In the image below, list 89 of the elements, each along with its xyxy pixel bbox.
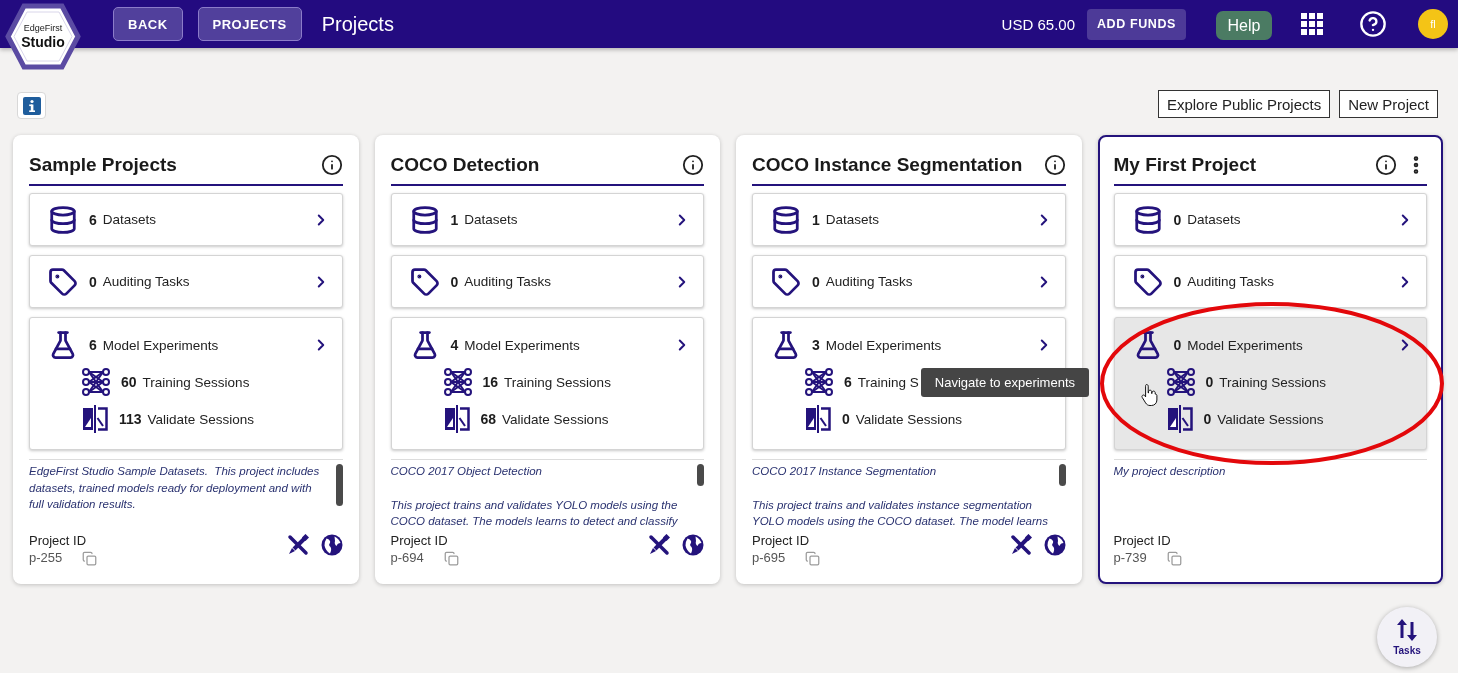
project-description: COCO 2017 Object Detection [390,464,543,479]
training-sessions-text: 16 Training Sessions [482,374,611,390]
project-description: COCO 2017 Instance Segmentation [752,464,938,479]
logo-brand-text: EdgeFirst [23,23,63,34]
copy-icon[interactable] [82,550,98,566]
info-icon [22,96,41,115]
tag-icon [1132,266,1163,297]
up-down-arrows-icon [1396,618,1418,642]
copy-icon[interactable] [443,550,459,566]
tag-icon [48,266,78,297]
experiments-link[interactable]: 4 Model Experiments 16 Training Sessions 68 Validate Sessions [390,317,704,450]
copy-icon[interactable] [1166,550,1182,566]
card-title: Sample Projects [29,153,177,177]
crossed-tools-icon [648,534,670,556]
project-id-text: p-255 [29,549,63,567]
database-icon [1132,204,1163,235]
card-title: COCO Instance Segmentation [752,153,1023,177]
database-icon [409,204,440,235]
tasks-button[interactable]: Tasks [1377,607,1437,667]
split-book-icon [443,404,470,434]
validate-sessions-text: 0 Validate Sessions [842,411,963,427]
auditing-tasks-link[interactable]: 0 Auditing Tasks [390,255,704,308]
project-id-label: Project ID [752,533,811,549]
project-id-label: Project ID [29,533,88,549]
network-icon [805,368,833,396]
project-id-label: Project ID [390,533,449,549]
split-book-icon [805,404,831,434]
project-id-text: p-739 [1113,549,1147,567]
hexagon-logo-icon [5,3,81,70]
datasets-link[interactable]: 1 Datasets [390,193,704,246]
scrollbar[interactable] [1058,464,1066,486]
crossed-tools-icon [286,534,309,556]
datasets-link[interactable]: 1 Datasets [752,193,1066,246]
validate-sessions-text: 113 Validate Sessions [119,411,254,427]
datasets-link[interactable]: 0 Datasets [1113,193,1427,246]
training-sessions-text: 0 Training Sessions [1205,374,1327,390]
tooltip: Navigate to experiments [920,368,1089,397]
project-id-text: p-694 [390,549,424,567]
add-funds-button[interactable]: ADD FUNDS [1087,8,1186,40]
info-icon[interactable] [1043,154,1066,176]
globe-icon [320,534,343,556]
project-description: My project description [1113,464,1227,479]
back-button[interactable]: BACK [113,7,183,41]
info-icon[interactable] [682,154,704,176]
globe-icon [1043,534,1066,556]
tag-icon [771,266,801,297]
network-icon [443,368,472,396]
datasets-link[interactable]: 6 Datasets [29,193,343,246]
info-button[interactable] [17,92,46,119]
auditing-tasks-link[interactable]: 0 Auditing Tasks [752,255,1066,308]
scrollbar[interactable] [697,464,704,486]
balance-text: USD 65.00 [1001,15,1075,33]
explore-public-projects-button[interactable]: Explore Public Projects [1157,90,1331,118]
experiments-link[interactable]: 0 Model Experiments 0 Training Sessions 0 Validate Sessions [1113,317,1427,450]
page-title: Projects [321,12,394,37]
project-description: This project trains and validates YOLO models using the COCO dataset. The models learns to detect and classify [390,497,679,529]
info-icon[interactable] [320,154,343,176]
apps-grid-icon[interactable] [1301,13,1323,35]
experiments-link[interactable]: 6 Model Experiments 60 Training Sessions 113 Validate Sessions [29,317,343,450]
copy-icon[interactable] [805,550,821,566]
training-sessions-text: 60 Training Sessions [121,374,250,390]
validate-sessions-text: 0 Validate Sessions [1203,411,1324,427]
auditing-tasks-link[interactable]: 0 Auditing Tasks [1113,255,1427,308]
network-icon [82,368,110,396]
split-book-icon [82,404,108,434]
project-description: EdgeFirst Studio Sample Datasets. This project includes datasets, trained models ready for deployment and with full validation results. [29,464,321,512]
logo-product-text: Studio [21,34,65,50]
project-description: This project trains and validates instance segmentation YOLO models using the COCO dataset. The model learns [752,497,1049,529]
help-icon[interactable] [1359,10,1387,38]
project-id-label: Project ID [1113,533,1172,549]
validate-sessions-text: 68 Validate Sessions [480,411,609,427]
help-button[interactable]: Help [1216,11,1272,40]
card-title: COCO Detection [390,153,540,177]
scrollbar[interactable] [335,464,343,506]
database-icon [48,204,78,235]
project-id-text: p-695 [752,549,786,567]
network-icon [1166,368,1195,396]
new-project-button[interactable]: New Project [1339,90,1438,118]
split-book-icon [1166,404,1193,434]
crossed-tools-icon [1009,534,1032,556]
hand-cursor-icon [1139,383,1158,407]
training-sessions-text: 6 Training S [844,374,919,390]
info-icon[interactable] [1375,154,1397,176]
card-title: My First Project [1113,153,1257,177]
projects-button[interactable]: PROJECTS [197,7,302,41]
globe-icon [682,534,704,556]
database-icon [771,204,801,235]
tag-icon [409,266,440,297]
auditing-tasks-link[interactable]: 0 Auditing Tasks [29,255,343,308]
